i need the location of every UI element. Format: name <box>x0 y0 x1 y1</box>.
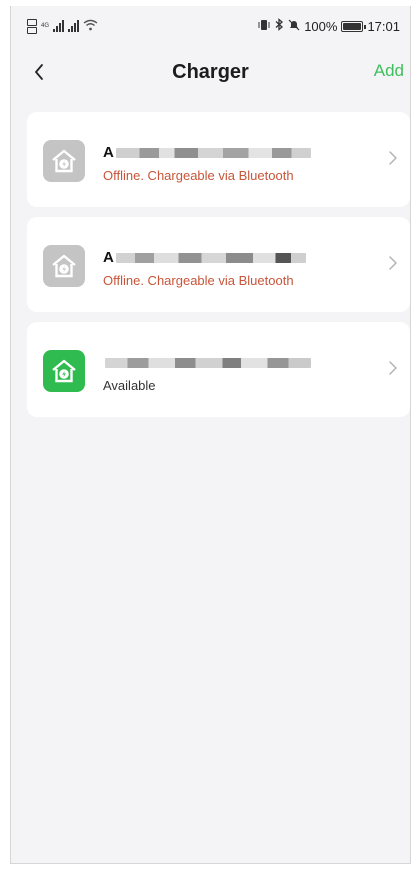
chevron-right-icon <box>389 151 397 165</box>
redacted-name-block <box>105 357 311 368</box>
charger-card-2[interactable]: A Offline. Chargeable via Bluetooth <box>27 217 410 312</box>
bluetooth-icon <box>274 18 284 34</box>
do-not-disturb-icon <box>288 19 300 34</box>
status-left-icons: 4G <box>27 18 98 34</box>
battery-icon <box>341 20 367 32</box>
redacted-name-block <box>115 147 311 158</box>
chevron-right-icon <box>389 256 397 270</box>
charger-home-icon <box>43 245 85 287</box>
vibrate-icon <box>258 19 270 34</box>
charger-card-3[interactable]: Available <box>27 322 410 417</box>
charger-status: Offline. Chargeable via Bluetooth <box>103 168 294 183</box>
status-right-icons: 100% 17:01 <box>258 18 400 34</box>
charger-name-initial: A <box>103 249 114 266</box>
status-time: 17:01 <box>367 18 400 34</box>
redacted-name-block <box>115 252 306 263</box>
add-button[interactable]: Add <box>374 61 404 81</box>
status-bar: 4G 100% 17:01 <box>11 6 410 46</box>
charger-home-icon <box>43 350 85 392</box>
nav-bar: Charger Add <box>11 52 410 92</box>
network-type-icon: 4G <box>41 23 50 29</box>
charger-name <box>103 356 311 369</box>
charger-name: A <box>103 249 306 266</box>
page-title: Charger <box>172 60 249 83</box>
chevron-right-icon <box>389 361 397 375</box>
sim-card-icon <box>27 18 37 34</box>
signal-icon-2 <box>68 20 80 32</box>
wifi-icon <box>83 18 98 34</box>
phone-screen: 4G 100% 17:01 Charger Add A Offline. Cha… <box>10 6 411 864</box>
charger-status: Available <box>103 378 156 393</box>
charger-name: A <box>103 144 311 161</box>
charger-home-icon <box>43 140 85 182</box>
charger-name-initial: A <box>103 144 114 161</box>
charger-status: Offline. Chargeable via Bluetooth <box>103 273 294 288</box>
battery-percent: 100% <box>304 18 338 34</box>
signal-icon <box>53 20 65 32</box>
charger-card-1[interactable]: A Offline. Chargeable via Bluetooth <box>27 112 410 207</box>
back-button[interactable] <box>25 58 53 86</box>
chevron-left-icon <box>35 64 43 80</box>
charger-list: A Offline. Chargeable via Bluetooth A Of… <box>27 112 410 427</box>
